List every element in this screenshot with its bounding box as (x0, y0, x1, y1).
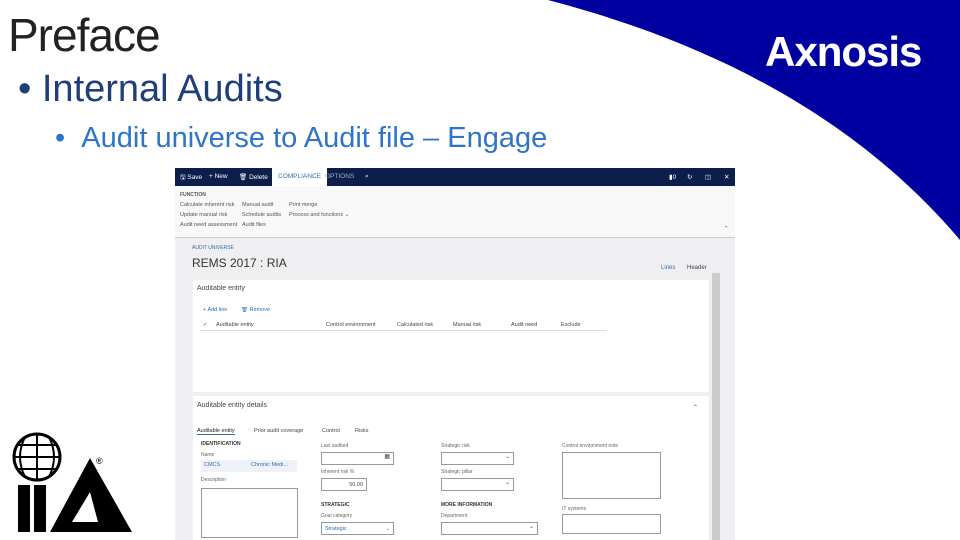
collapse-icon[interactable]: ⌃ (693, 404, 698, 411)
name-label: Name (201, 452, 215, 458)
strategic-risk-select[interactable]: ⌄ (441, 452, 514, 465)
ribbon-group-label: FUNCTION (180, 192, 206, 198)
col-exclude[interactable]: Exclude (561, 322, 581, 328)
department-select[interactable]: ⌄ (441, 522, 538, 535)
ribbon-process-and-functions[interactable]: Process and functions ⌄ (289, 212, 349, 218)
description-label: Description (201, 477, 227, 483)
details-title: Auditable entity details (197, 402, 268, 409)
page-title: REMS 2017 : RIA (192, 256, 287, 270)
bullet-1: • Internal Audits (18, 68, 283, 110)
tab-options[interactable]: OPTIONS (325, 173, 354, 180)
control-env-note-field[interactable] (562, 452, 661, 499)
name-field[interactable]: CMCS Chronic Medi... (201, 460, 297, 472)
app-window: 🖫 Save + New 🗑 Delete COMPLIANCE OPTIONS… (175, 168, 735, 540)
tab-auditable-entity[interactable]: Auditable entity (197, 428, 235, 435)
header-view-link[interactable]: Header (687, 265, 707, 271)
select-all-check[interactable]: ✓ (203, 322, 208, 328)
identification-heading: IDENTIFICATION (201, 441, 241, 447)
auditable-entity-grid-card: Auditable entity + Add line 🗑 Remove ✓ A… (193, 280, 709, 392)
close-icon[interactable]: ✕ (724, 173, 729, 181)
ribbon-schedule-audits[interactable]: Schedule audits (242, 212, 281, 218)
grid-title: Auditable entity (197, 285, 245, 292)
bullet-2: • Audit universe to Audit file – Engage (55, 122, 548, 154)
details-card: Auditable entity details ⌃ Auditable ent… (193, 396, 709, 540)
goal-category-select[interactable]: Strategic ⌄ (321, 522, 394, 535)
collapse-ribbon-icon[interactable]: ⌃ (724, 226, 729, 232)
lines-view-link[interactable]: Lines (661, 265, 675, 271)
grid-header: ✓ Auditable entity Control environment C… (200, 320, 607, 331)
description-field[interactable] (201, 488, 298, 538)
save-button[interactable]: 🖫 Save (180, 173, 202, 184)
last-audited-label: Last audited (321, 443, 349, 449)
breadcrumb[interactable]: AUDIT UNIVERSE (192, 245, 234, 251)
bullet-2-text: Audit universe to Audit file – Engage (81, 122, 548, 154)
last-audited-field[interactable]: ▦ (321, 452, 394, 465)
slide-title: Preface (8, 9, 161, 61)
inherent-risk-field[interactable]: 50.00 (321, 478, 367, 491)
tab-control[interactable]: Control (322, 428, 340, 434)
department-label: Department (441, 513, 468, 519)
attachments-icon[interactable]: ▮0 (669, 173, 676, 181)
add-line-button[interactable]: + Add line (203, 307, 227, 313)
ribbon-audit-need-assessment[interactable]: Audit need assessment (180, 222, 237, 228)
new-button[interactable]: + New (209, 173, 228, 180)
ribbon-print-merge[interactable]: Print merge (289, 202, 317, 208)
svg-text:®: ® (96, 456, 103, 466)
ribbon-calculate-inherent-risk[interactable]: Calculate inherent risk (180, 202, 234, 208)
remove-button[interactable]: 🗑 Remove (241, 307, 270, 313)
goal-category-label: Goal category (321, 513, 353, 519)
tab-prior-audit-coverage[interactable]: Prior audit coverage (254, 428, 303, 434)
col-audit-need[interactable]: Audit need (511, 322, 537, 328)
axnosis-logo: Axnosis (765, 28, 922, 75)
strategic-risk-label: Strategic risk (441, 443, 470, 449)
bullet-1-text: Internal Audits (41, 68, 283, 110)
delete-button[interactable]: 🗑 Delete (239, 173, 268, 181)
scrollbar[interactable] (712, 273, 720, 540)
strategic-pillar-select[interactable]: ⌄ (441, 478, 514, 491)
open-new-window-icon[interactable]: ◫ (705, 173, 711, 181)
refresh-icon[interactable]: ↻ (687, 173, 692, 181)
strategic-heading: STRATEGIC (321, 502, 350, 508)
ribbon-update-manual-risk[interactable]: Update manual risk (180, 212, 227, 218)
ribbon-manual-audit[interactable]: Manual audit (242, 202, 274, 208)
control-env-note-label: Control environment note (562, 443, 619, 449)
iia-logo: ® (12, 432, 132, 532)
inherent-risk-label: Inherent risk % (321, 469, 355, 475)
ribbon: FUNCTION Calculate inherent risk Update … (175, 186, 735, 238)
col-control-environment[interactable]: Control environment (326, 322, 376, 328)
col-calculated-risk[interactable]: Calculated risk (397, 322, 433, 328)
col-manual-risk[interactable]: Manual risk (453, 322, 481, 328)
col-auditable-entity[interactable]: Auditable entity (216, 322, 254, 328)
strategic-pillar-label: Strategic pillar (441, 469, 473, 475)
action-pane: 🖫 Save + New 🗑 Delete COMPLIANCE OPTIONS… (175, 168, 735, 186)
search-icon[interactable]: ⌕ (365, 173, 369, 181)
more-information-heading: MORE INFORMATION (441, 502, 493, 508)
it-systems-field[interactable] (562, 514, 661, 534)
tab-risks[interactable]: Risks (355, 428, 368, 434)
it-systems-label: IT systems (562, 506, 587, 512)
tab-compliance[interactable]: COMPLIANCE (272, 168, 327, 186)
ribbon-audit-files[interactable]: Audit files (242, 222, 266, 228)
